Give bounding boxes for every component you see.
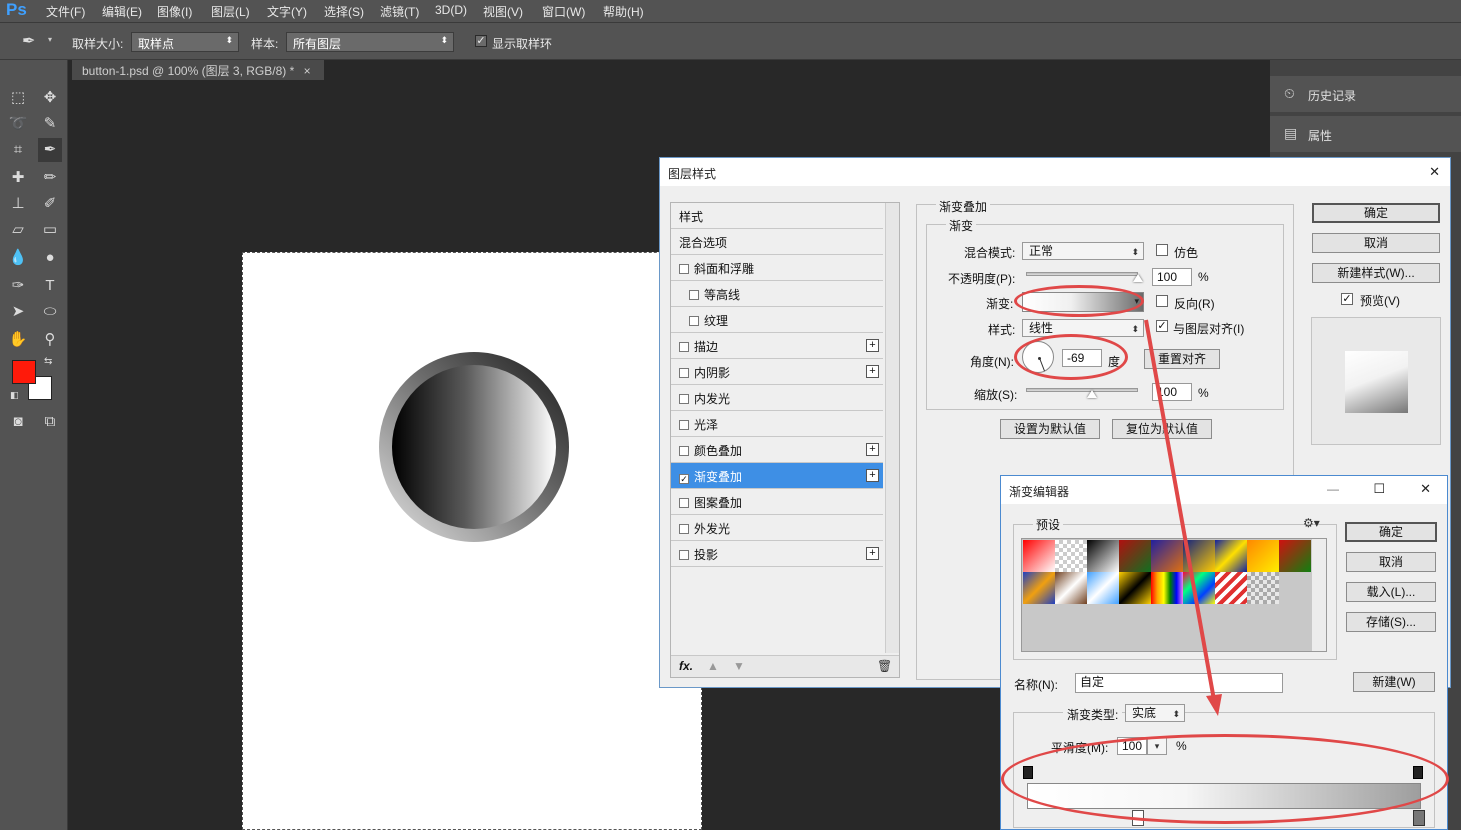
annotation-arrow <box>1144 319 1222 716</box>
annotation-arrow-line <box>1144 319 1216 701</box>
annotation-arrow-head <box>1206 694 1222 716</box>
